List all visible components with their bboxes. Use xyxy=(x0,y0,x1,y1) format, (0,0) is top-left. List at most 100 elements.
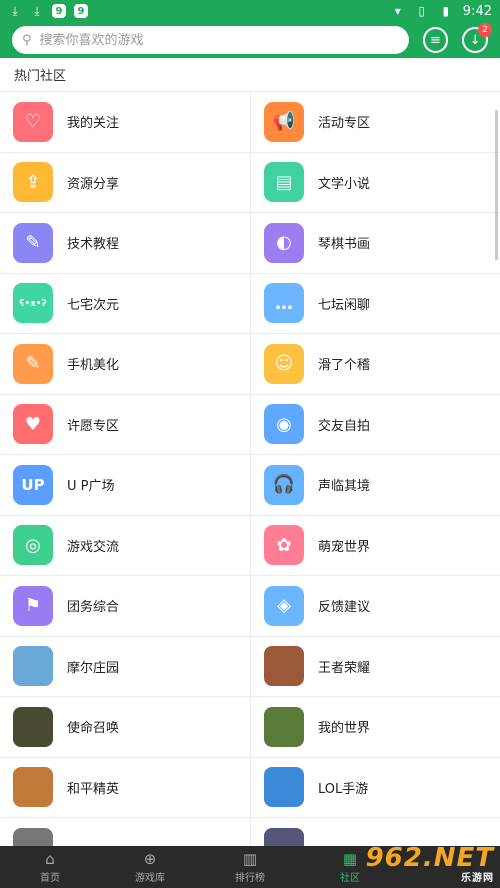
community-item[interactable]: … xyxy=(0,818,250,846)
community-icon: ☺ xyxy=(264,343,304,384)
game-thumbnail xyxy=(264,767,304,808)
community-label: 许愿专区 xyxy=(67,418,120,434)
community-row: 和平精英 LOL手游 xyxy=(0,757,500,818)
community-item[interactable]: ♥ 许愿专区 xyxy=(0,395,250,455)
gamepad-icon: ⊕ xyxy=(143,850,157,868)
community-icon: ⇪ xyxy=(13,162,53,203)
community-row: ♡ 我的关注 📢 活动专区 xyxy=(0,92,500,153)
community-item[interactable]: ⇪ 资源分享 xyxy=(0,153,250,213)
community-icon: ▤ xyxy=(264,162,304,203)
community-icon: ⚑ xyxy=(13,585,53,626)
community-icon: 🎧 xyxy=(264,464,304,505)
community-item[interactable]: ◎ 游戏交流 xyxy=(0,516,250,576)
community-label: 七宅次元 xyxy=(67,297,120,313)
community-label: 团务综合 xyxy=(67,600,120,616)
community-icon: ◈ xyxy=(264,585,304,626)
community-row: …… xyxy=(0,818,500,846)
status-bar: ⤓ ⤓ 9 9 ▾ ▯ ▮ 9:42 xyxy=(0,0,500,22)
community-label: LOL手游 xyxy=(318,781,369,797)
nav-label: 社区 xyxy=(340,873,360,884)
community-label: 文学小说 xyxy=(318,176,371,192)
community-item[interactable]: … 七坛闲聊 xyxy=(250,273,500,333)
wifi-icon: ▾ xyxy=(394,4,401,18)
no-sim-icon: ▯ xyxy=(418,4,426,18)
battery-icon: ▮ xyxy=(442,4,450,18)
community-item[interactable]: 摩尔庄园 xyxy=(0,637,250,697)
message-button[interactable]: ≡ xyxy=(422,27,449,53)
game-thumbnail xyxy=(264,827,304,846)
game-thumbnail xyxy=(264,706,304,747)
community-icon: ✿ xyxy=(264,525,304,566)
search-bar[interactable]: ⚲ xyxy=(12,26,409,54)
game-thumbnail xyxy=(264,646,304,687)
community-row: ⇪ 资源分享 ▤ 文学小说 xyxy=(0,152,500,213)
search-icon: ⚲ xyxy=(22,32,32,48)
download-manager-button[interactable]: ↓ 2 xyxy=(462,23,492,53)
community-label: 声临其境 xyxy=(318,479,371,495)
community-item[interactable]: ✎ 技术教程 xyxy=(0,213,250,273)
community-row: ✎ 手机美化 ☺ 滑了个稽 xyxy=(0,334,500,395)
community-item[interactable]: ʕ•ᴥ•ʔ 七宅次元 xyxy=(0,274,250,334)
nav-label: 排行榜 xyxy=(235,873,265,884)
top-header: ⚲ ≡ ↓ 2 xyxy=(0,22,500,58)
app-notification-icon: 9 xyxy=(52,4,66,18)
community-item[interactable]: ♡ 我的关注 xyxy=(0,92,250,152)
community-item[interactable]: … xyxy=(250,818,500,846)
community-item[interactable]: ☺ 滑了个稽 xyxy=(250,334,500,394)
community-row: 摩尔庄园 王者荣耀 xyxy=(0,636,500,697)
community-label: 资源分享 xyxy=(67,176,120,192)
community-label: 技术教程 xyxy=(67,237,120,253)
community-row: ʕ•ᴥ•ʔ 七宅次元 … 七坛闲聊 xyxy=(0,273,500,334)
community-item[interactable]: ◉ 交友自拍 xyxy=(250,394,500,454)
community-item[interactable]: 王者荣耀 xyxy=(250,636,500,696)
community-icon: ♥ xyxy=(13,404,53,445)
community-icon: 📢 xyxy=(264,101,304,142)
home-icon: ⌂ xyxy=(45,850,55,868)
download-count-badge: 2 xyxy=(478,23,492,37)
community-label: 七坛闲聊 xyxy=(318,297,371,313)
notification-icons: ⤓ ⤓ 9 9 xyxy=(8,4,88,18)
community-icon: ʕ•ᴥ•ʔ xyxy=(13,283,53,324)
nav-item[interactable]: ⊕ 游戏库 xyxy=(100,846,200,888)
community-label: U P广场 xyxy=(67,479,115,495)
community-item[interactable]: ⚑ 团务综合 xyxy=(0,576,250,636)
community-item[interactable]: 使命召唤 xyxy=(0,697,250,757)
community-label: 摩尔庄园 xyxy=(67,660,120,676)
community-icon: … xyxy=(264,283,304,324)
community-item[interactable]: ◈ 反馈建议 xyxy=(250,576,500,636)
nav-item[interactable]: ▥ 排行榜 xyxy=(200,846,300,888)
game-thumbnail xyxy=(13,646,53,687)
community-label: 游戏交流 xyxy=(67,539,120,555)
community-icon: ♡ xyxy=(13,101,53,142)
community-icon: UP xyxy=(13,464,53,505)
community-item[interactable]: 🎧 声临其境 xyxy=(250,455,500,515)
community-icon: ✎ xyxy=(13,343,53,384)
app-notification-icon: 9 xyxy=(74,4,88,18)
community-item[interactable]: LOL手游 xyxy=(250,757,500,817)
community-label: 手机美化 xyxy=(67,358,120,374)
scrollbar[interactable] xyxy=(495,110,498,260)
community-row: 使命召唤 我的世界 xyxy=(0,697,500,758)
community-icon: ◎ xyxy=(13,525,53,566)
community-row: ◎ 游戏交流 ✿ 萌宠世界 xyxy=(0,515,500,576)
community-item[interactable]: 📢 活动专区 xyxy=(250,92,500,152)
ranking-icon: ▥ xyxy=(242,850,258,868)
community-icon: ◐ xyxy=(264,222,304,263)
community-item[interactable]: ✎ 手机美化 xyxy=(0,334,250,394)
community-item[interactable]: UP U P广场 xyxy=(0,455,250,515)
community-label: 和平精英 xyxy=(67,781,120,797)
nav-item[interactable]: ⌂ 首页 xyxy=(0,846,100,888)
community-label: 萌宠世界 xyxy=(318,539,371,555)
community-icon: ▦ xyxy=(342,850,358,868)
community-item[interactable]: ◐ 琴棋书画 xyxy=(250,213,500,273)
community-item[interactable]: 我的世界 xyxy=(250,697,500,757)
community-item[interactable]: 和平精英 xyxy=(0,758,250,818)
nav-label: 游戏库 xyxy=(135,873,165,884)
community-label: 滑了个稽 xyxy=(318,358,371,374)
search-input[interactable] xyxy=(39,32,380,48)
community-item[interactable]: ✿ 萌宠世界 xyxy=(250,515,500,575)
community-item[interactable]: ▤ 文学小说 xyxy=(250,152,500,212)
community-label: 活动专区 xyxy=(318,116,371,132)
community-label: 反馈建议 xyxy=(318,600,371,616)
community-icon: ✎ xyxy=(13,222,53,263)
